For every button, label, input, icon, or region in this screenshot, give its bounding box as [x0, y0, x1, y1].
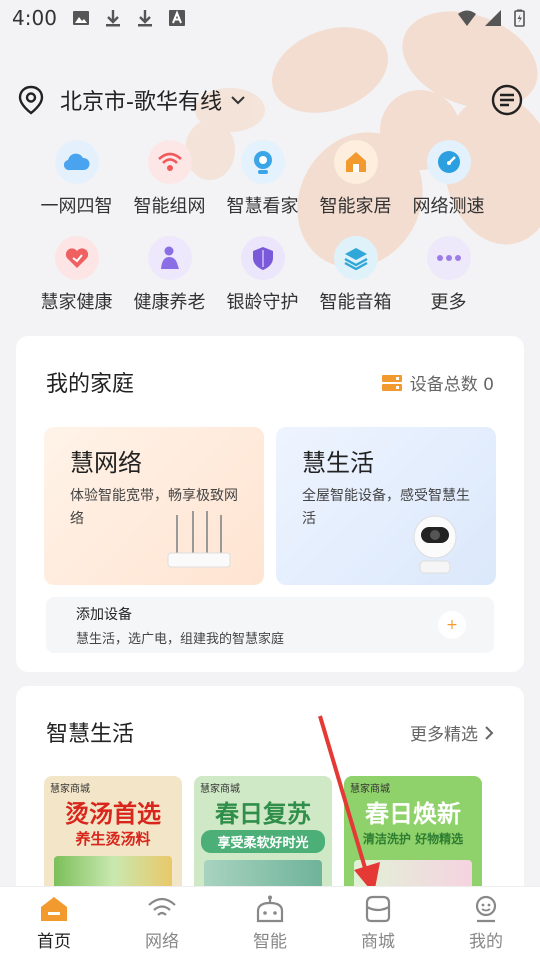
status-time: 4:00 [12, 6, 57, 30]
nav-mall[interactable]: 商城 [338, 895, 418, 952]
smart-life-card: 智慧生活 更多精选 慧家商城 烫汤首选 养生烫汤料 慧家商城 春日复苏 享受柔软… [16, 686, 524, 906]
service-grid: 一网四智 智能组网 智慧看家 智能家居 网络测速 慧家健康 健康养老 银龄守护 … [30, 140, 510, 314]
camera-icon [240, 140, 285, 184]
device-total-text: 设备总数 0 [409, 375, 494, 395]
signal-icon [485, 10, 501, 26]
promo-headline: 春日焕新 [365, 800, 461, 828]
wifi-icon [458, 10, 476, 26]
more-dots-icon [426, 236, 471, 280]
my-family-card: 我的家庭 设备总数 0 慧网络 体验智能宽带，畅享极致网络 慧生活 全屋智能设备… [16, 336, 524, 672]
add-device-row[interactable]: 添加设备 慧生活，选广电，组建我的智慧家庭 + [46, 597, 494, 653]
chevron-down-icon[interactable] [230, 94, 246, 106]
font-notification-icon [169, 10, 185, 26]
user-icon [475, 895, 497, 923]
promo-subtitle: 享受柔软好时光 [201, 830, 325, 853]
grid-item-elderly-care[interactable]: 健康养老 [123, 236, 216, 314]
download-icon [138, 10, 152, 27]
chevron-right-icon [485, 725, 494, 740]
layers-icon [333, 236, 378, 280]
more-selections-label: 更多精选 [410, 725, 478, 745]
nav-label: 智能 [253, 932, 287, 952]
promo-headline: 烫汤首选 [65, 800, 161, 828]
grid-item-label: 网络测速 [412, 196, 485, 217]
bottom-navigation: 首页 网络 智能 商城 我的 [0, 886, 540, 960]
smart-life-tile[interactable]: 慧生活 全屋智能设备，感受智慧生活 [276, 427, 496, 585]
family-title: 我的家庭 [46, 372, 135, 397]
grid-item-label: 智能家居 [319, 196, 392, 217]
promo-banner[interactable]: 慧家商城 春日焕新 清洁洗护 好物精选 [344, 776, 482, 896]
device-list-icon [381, 374, 402, 391]
speedometer-icon [426, 140, 471, 184]
nav-network[interactable]: 网络 [122, 895, 202, 952]
heart-hand-icon [54, 236, 99, 280]
wifi-router-icon [147, 140, 192, 184]
grid-item-smart-home[interactable]: 智能家居 [309, 140, 402, 218]
grid-item-label: 一网四智 [40, 196, 113, 217]
house-icon [333, 140, 378, 184]
grid-item-one-net-four-smart[interactable]: 一网四智 [30, 140, 123, 218]
promo-banner[interactable]: 慧家商城 烫汤首选 养生烫汤料 [44, 776, 182, 896]
device-total[interactable]: 设备总数 0 [381, 370, 494, 395]
grid-item-label: 智能音箱 [319, 292, 392, 313]
shield-icon [240, 236, 285, 280]
download-icon [106, 10, 120, 27]
location-pin-icon[interactable] [16, 85, 46, 115]
promo-shop-label: 慧家商城 [200, 784, 240, 795]
promo-headline: 春日复苏 [215, 800, 311, 828]
smart-network-tile[interactable]: 慧网络 体验智能宽带，畅享极致网络 [44, 427, 264, 585]
grid-item-label: 智慧看家 [226, 196, 299, 217]
promo-subtitle: 清洁洗护 好物精选 [362, 832, 464, 846]
grid-item-smart-network[interactable]: 智能组网 [123, 140, 216, 218]
shop-bag-icon [365, 895, 391, 923]
grid-item-smart-speaker[interactable]: 智能音箱 [309, 236, 402, 314]
message-icon[interactable] [490, 83, 524, 117]
add-device-description: 慧生活，选广电，组建我的智慧家庭 [76, 632, 285, 647]
nav-label: 商城 [361, 932, 395, 952]
home-icon [41, 897, 67, 921]
grid-item-label: 智能组网 [133, 196, 206, 217]
smart-life-title: 智慧生活 [46, 722, 135, 747]
grid-item-speed-test[interactable]: 网络测速 [402, 140, 495, 218]
security-camera-image [413, 515, 457, 574]
nav-smart[interactable]: 智能 [230, 895, 310, 952]
promo-banner[interactable]: 慧家商城 春日复苏 享受柔软好时光 [194, 776, 332, 896]
grid-item-label: 更多 [430, 292, 467, 313]
promo-shop-label: 慧家商城 [350, 784, 390, 795]
status-bar: 4:00 [0, 0, 540, 36]
image-notification-icon [73, 11, 89, 25]
nav-mine[interactable]: 我的 [446, 895, 526, 952]
router-image [167, 511, 231, 568]
wifi-icon [148, 897, 176, 916]
promo-subtitle: 养生烫汤料 [75, 830, 151, 848]
grid-item-label: 健康养老 [133, 292, 206, 313]
promo-shop-label: 慧家商城 [50, 784, 90, 795]
add-device-title: 添加设备 [76, 607, 132, 623]
add-icon[interactable]: + [438, 611, 466, 639]
cloud-icon [54, 140, 99, 184]
battery-charging-icon [514, 9, 525, 27]
grid-item-home-health[interactable]: 慧家健康 [30, 236, 123, 314]
nav-label: 首页 [37, 932, 71, 952]
grid-item-more[interactable]: 更多 [402, 236, 495, 314]
nav-label: 我的 [469, 932, 503, 952]
grid-item-label: 慧家健康 [40, 292, 113, 313]
robot-icon [256, 895, 284, 923]
elderly-person-icon [147, 236, 192, 280]
tile-title: 慧生活 [302, 449, 374, 477]
location-selector[interactable]: 北京市-歌华有线 [60, 84, 222, 116]
grid-item-senior-guard[interactable]: 银龄守护 [216, 236, 309, 314]
nav-label: 网络 [145, 932, 179, 952]
nav-home[interactable]: 首页 [14, 895, 94, 952]
grid-item-smart-home-watch[interactable]: 智慧看家 [216, 140, 309, 218]
grid-item-label: 银龄守护 [226, 292, 299, 313]
more-selections-link[interactable]: 更多精选 [410, 720, 494, 745]
tile-title: 慧网络 [70, 449, 142, 477]
location-header: 北京市-歌华有线 [16, 80, 524, 120]
